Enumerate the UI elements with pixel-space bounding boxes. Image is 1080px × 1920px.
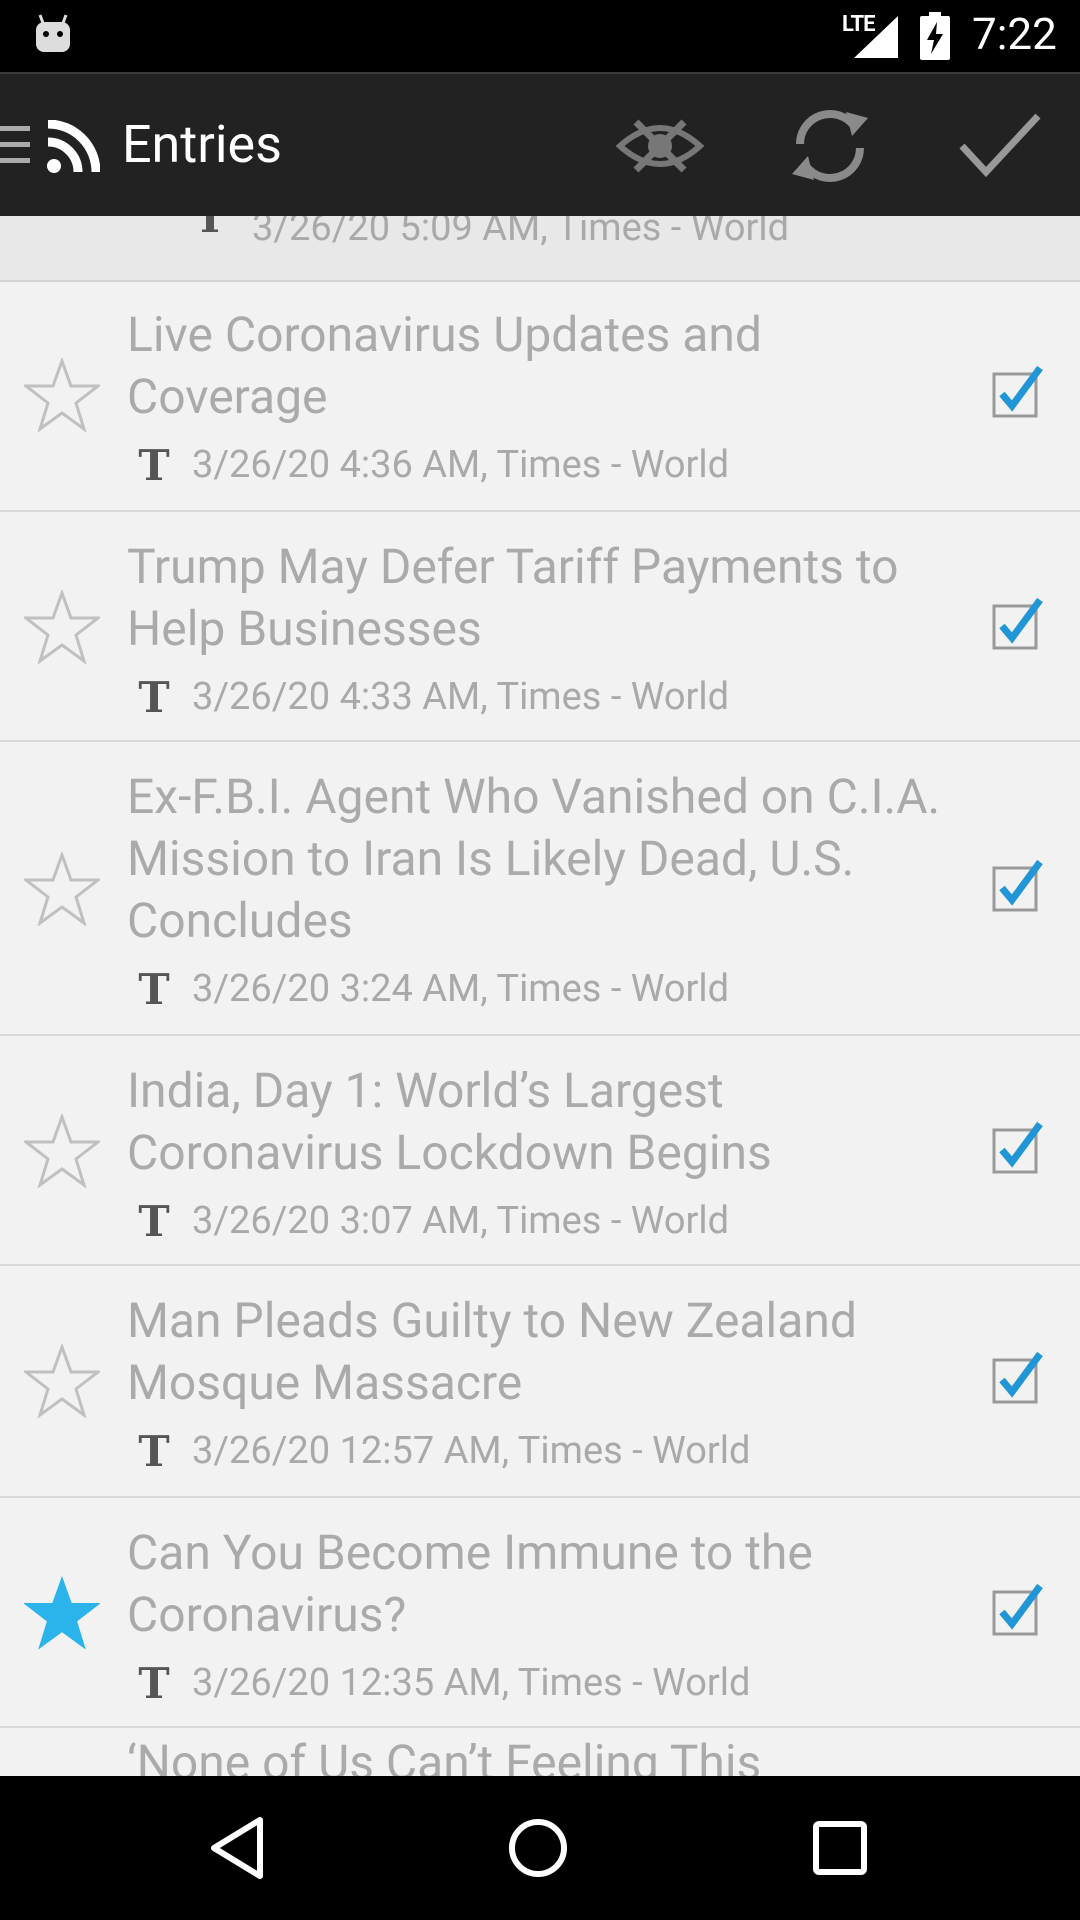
svg-text:T: T: [194, 216, 225, 240]
mark-all-read-check-icon[interactable]: [956, 110, 1044, 182]
entry-title: India, Day 1: World’s Largest Coronaviru…: [127, 1062, 772, 1181]
drawer-menu-icon[interactable]: [0, 122, 30, 166]
clock: 7:22: [972, 8, 1057, 60]
read-checkbox[interactable]: [990, 596, 1044, 652]
nyt-logo-icon: T: [138, 442, 169, 488]
read-checkbox[interactable]: [990, 858, 1044, 914]
recents-icon[interactable]: [812, 1820, 868, 1876]
entry-title: Live Coronavirus Updates and Coverage: [127, 306, 762, 425]
list-item[interactable]: Ex-F.B.I. Agent Who Vanished on C.I.A. M…: [0, 742, 1080, 1036]
svg-text:T: T: [138, 1660, 169, 1706]
list-item[interactable]: India, Day 1: World’s Largest Coronaviru…: [0, 1036, 1080, 1266]
list-item[interactable]: ‘None of Us Can’t Feeling This: [0, 1728, 1080, 1776]
entry-title: Man Pleads Guilty to New Zealand Mosque …: [127, 1292, 857, 1411]
nyt-logo-icon: T: [138, 966, 169, 1012]
entry-meta: T 3/26/20 4:33 AM, Times - World: [134, 674, 729, 720]
screen-title: Entries: [122, 114, 282, 175]
read-checkbox[interactable]: [990, 1350, 1044, 1406]
battery-charging-icon: [920, 12, 950, 60]
entry-title: Trump May Defer Tariff Payments to Help …: [127, 538, 899, 657]
rss-feed-icon: [47, 120, 100, 173]
action-bar: Entries: [0, 72, 1080, 216]
entry-title: Can You Become Immune to the Coronavirus…: [127, 1524, 813, 1643]
read-checkbox[interactable]: [990, 364, 1044, 420]
android-notification-icon: [36, 14, 70, 52]
svg-text:T: T: [138, 966, 169, 1012]
entry-meta: T 3/26/20 12:57 AM, Times - World: [134, 1428, 750, 1474]
entry-meta: T 3/26/20 3:07 AM, Times - World: [134, 1198, 729, 1244]
navigation-bar: [0, 1776, 1080, 1920]
svg-text:T: T: [138, 1428, 169, 1474]
nyt-logo-icon: T: [138, 674, 169, 720]
refresh-icon[interactable]: [786, 104, 874, 188]
status-bar: LTE 7:22: [0, 0, 1080, 72]
star-outline-icon[interactable]: [24, 1114, 100, 1188]
star-outline-icon[interactable]: [24, 590, 100, 664]
nyt-logo-icon: T: [138, 1428, 169, 1474]
list-item[interactable]: T 3/26/20 5:09 AM, Times - World: [0, 216, 1080, 282]
read-checkbox[interactable]: [990, 1120, 1044, 1176]
back-icon[interactable]: [208, 1816, 268, 1880]
entry-meta: T 3/26/20 5:09 AM, Times - World: [190, 216, 789, 250]
list-item[interactable]: Trump May Defer Tariff Payments to Help …: [0, 512, 1080, 742]
entry-meta: T 3/26/20 12:35 AM, Times - World: [134, 1660, 750, 1706]
svg-text:T: T: [138, 442, 169, 488]
entry-title: ‘None of Us Can’t Feeling This: [127, 1734, 762, 1776]
svg-text:T: T: [138, 674, 169, 720]
svg-text:T: T: [138, 1198, 169, 1244]
entry-list: T 3/26/20 5:09 AM, Times - World Live Co…: [0, 216, 1080, 1776]
hide-read-eye-icon[interactable]: [616, 110, 704, 182]
nyt-logo-icon: T: [194, 216, 225, 242]
entry-meta: T 3/26/20 4:36 AM, Times - World: [134, 442, 729, 488]
entry-meta: T 3/26/20 3:24 AM, Times - World: [134, 966, 729, 1012]
entry-title: Ex-F.B.I. Agent Who Vanished on C.I.A. M…: [127, 768, 941, 949]
read-checkbox[interactable]: [990, 1582, 1044, 1638]
star-outline-icon[interactable]: [24, 358, 100, 432]
home-icon[interactable]: [506, 1816, 570, 1880]
nyt-logo-icon: T: [138, 1198, 169, 1244]
nyt-logo-icon: T: [138, 1660, 169, 1706]
list-item[interactable]: Man Pleads Guilty to New Zealand Mosque …: [0, 1266, 1080, 1498]
star-outline-icon[interactable]: [24, 1344, 100, 1418]
star-outline-icon[interactable]: [24, 852, 100, 926]
list-item[interactable]: Live Coronavirus Updates and Coverage T …: [0, 280, 1080, 512]
cell-signal-icon: [854, 16, 898, 58]
list-item[interactable]: Can You Become Immune to the Coronavirus…: [0, 1498, 1080, 1728]
star-filled-icon[interactable]: [24, 1576, 100, 1650]
